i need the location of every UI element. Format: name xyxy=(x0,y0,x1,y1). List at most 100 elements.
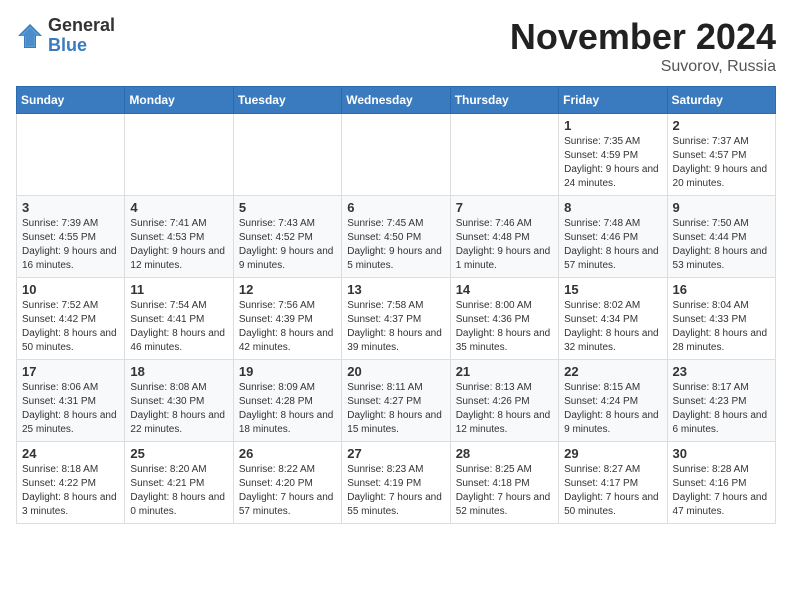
day-info: Sunrise: 7:41 AM Sunset: 4:53 PM Dayligh… xyxy=(130,217,227,273)
day-info: Sunrise: 8:06 AM Sunset: 4:31 PM Dayligh… xyxy=(22,381,119,437)
calendar-cell: 4 Sunrise: 7:41 AM Sunset: 4:53 PM Daylig… xyxy=(125,196,233,278)
calendar-cell: 26 Sunrise: 8:22 AM Sunset: 4:20 PM Dayli… xyxy=(233,442,341,524)
day-info: Sunrise: 8:28 AM Sunset: 4:16 PM Dayligh… xyxy=(673,463,770,519)
weekday-header: Saturday xyxy=(667,87,775,114)
day-info: Sunrise: 8:20 AM Sunset: 4:21 PM Dayligh… xyxy=(130,463,227,519)
day-number: 27 xyxy=(347,446,444,461)
page-header: General Blue November 2024 Suvorov, Russ… xyxy=(16,16,776,76)
day-number: 16 xyxy=(673,282,770,297)
calendar-week-row: 24 Sunrise: 8:18 AM Sunset: 4:22 PM Dayli… xyxy=(17,442,776,524)
calendar-cell: 7 Sunrise: 7:46 AM Sunset: 4:48 PM Daylig… xyxy=(450,196,558,278)
calendar-cell: 14 Sunrise: 8:00 AM Sunset: 4:36 PM Dayli… xyxy=(450,278,558,360)
calendar-cell xyxy=(233,114,341,196)
day-info: Sunrise: 8:17 AM Sunset: 4:23 PM Dayligh… xyxy=(673,381,770,437)
day-info: Sunrise: 7:43 AM Sunset: 4:52 PM Dayligh… xyxy=(239,217,336,273)
day-info: Sunrise: 8:08 AM Sunset: 4:30 PM Dayligh… xyxy=(130,381,227,437)
day-number: 26 xyxy=(239,446,336,461)
logo-text: General Blue xyxy=(48,16,115,56)
calendar-table: SundayMondayTuesdayWednesdayThursdayFrid… xyxy=(16,86,776,524)
location: Suvorov, Russia xyxy=(510,58,776,76)
calendar-week-row: 10 Sunrise: 7:52 AM Sunset: 4:42 PM Dayli… xyxy=(17,278,776,360)
day-number: 5 xyxy=(239,200,336,215)
day-info: Sunrise: 7:46 AM Sunset: 4:48 PM Dayligh… xyxy=(456,217,553,273)
day-info: Sunrise: 8:04 AM Sunset: 4:33 PM Dayligh… xyxy=(673,299,770,355)
day-info: Sunrise: 8:22 AM Sunset: 4:20 PM Dayligh… xyxy=(239,463,336,519)
calendar-cell: 20 Sunrise: 8:11 AM Sunset: 4:27 PM Dayli… xyxy=(342,360,450,442)
day-number: 28 xyxy=(456,446,553,461)
day-number: 3 xyxy=(22,200,119,215)
calendar-cell: 18 Sunrise: 8:08 AM Sunset: 4:30 PM Dayli… xyxy=(125,360,233,442)
weekday-header: Tuesday xyxy=(233,87,341,114)
calendar-cell: 9 Sunrise: 7:50 AM Sunset: 4:44 PM Daylig… xyxy=(667,196,775,278)
day-info: Sunrise: 8:18 AM Sunset: 4:22 PM Dayligh… xyxy=(22,463,119,519)
day-info: Sunrise: 7:52 AM Sunset: 4:42 PM Dayligh… xyxy=(22,299,119,355)
day-info: Sunrise: 8:23 AM Sunset: 4:19 PM Dayligh… xyxy=(347,463,444,519)
day-number: 7 xyxy=(456,200,553,215)
day-number: 15 xyxy=(564,282,661,297)
day-info: Sunrise: 7:35 AM Sunset: 4:59 PM Dayligh… xyxy=(564,135,661,191)
calendar-cell: 11 Sunrise: 7:54 AM Sunset: 4:41 PM Dayli… xyxy=(125,278,233,360)
calendar-cell: 21 Sunrise: 8:13 AM Sunset: 4:26 PM Dayli… xyxy=(450,360,558,442)
day-number: 11 xyxy=(130,282,227,297)
day-number: 9 xyxy=(673,200,770,215)
day-info: Sunrise: 7:45 AM Sunset: 4:50 PM Dayligh… xyxy=(347,217,444,273)
weekday-header: Sunday xyxy=(17,87,125,114)
calendar-cell: 16 Sunrise: 8:04 AM Sunset: 4:33 PM Dayli… xyxy=(667,278,775,360)
day-number: 21 xyxy=(456,364,553,379)
calendar-cell: 1 Sunrise: 7:35 AM Sunset: 4:59 PM Daylig… xyxy=(559,114,667,196)
logo: General Blue xyxy=(16,16,115,56)
day-info: Sunrise: 7:50 AM Sunset: 4:44 PM Dayligh… xyxy=(673,217,770,273)
day-info: Sunrise: 8:13 AM Sunset: 4:26 PM Dayligh… xyxy=(456,381,553,437)
calendar-week-row: 3 Sunrise: 7:39 AM Sunset: 4:55 PM Daylig… xyxy=(17,196,776,278)
day-info: Sunrise: 7:54 AM Sunset: 4:41 PM Dayligh… xyxy=(130,299,227,355)
calendar-cell: 25 Sunrise: 8:20 AM Sunset: 4:21 PM Dayli… xyxy=(125,442,233,524)
day-number: 18 xyxy=(130,364,227,379)
day-number: 10 xyxy=(22,282,119,297)
calendar-cell: 6Sunrise: 7:45 AM Sunset: 4:50 PM Daylig… xyxy=(342,196,450,278)
day-number: 23 xyxy=(673,364,770,379)
calendar-cell: 5 Sunrise: 7:43 AM Sunset: 4:52 PM Daylig… xyxy=(233,196,341,278)
calendar-cell: 12Sunrise: 7:56 AM Sunset: 4:39 PM Dayli… xyxy=(233,278,341,360)
calendar-cell: 19Sunrise: 8:09 AM Sunset: 4:28 PM Dayli… xyxy=(233,360,341,442)
title-block: November 2024 Suvorov, Russia xyxy=(510,16,776,76)
day-info: Sunrise: 7:56 AM Sunset: 4:39 PM Dayligh… xyxy=(239,299,336,355)
day-number: 22 xyxy=(564,364,661,379)
day-info: Sunrise: 8:15 AM Sunset: 4:24 PM Dayligh… xyxy=(564,381,661,437)
weekday-header: Thursday xyxy=(450,87,558,114)
day-info: Sunrise: 7:39 AM Sunset: 4:55 PM Dayligh… xyxy=(22,217,119,273)
weekday-header: Friday xyxy=(559,87,667,114)
day-number: 14 xyxy=(456,282,553,297)
day-info: Sunrise: 7:48 AM Sunset: 4:46 PM Dayligh… xyxy=(564,217,661,273)
calendar-cell: 24 Sunrise: 8:18 AM Sunset: 4:22 PM Dayli… xyxy=(17,442,125,524)
day-number: 2 xyxy=(673,118,770,133)
day-number: 25 xyxy=(130,446,227,461)
day-info: Sunrise: 8:11 AM Sunset: 4:27 PM Dayligh… xyxy=(347,381,444,437)
logo-icon xyxy=(16,22,44,50)
day-number: 24 xyxy=(22,446,119,461)
day-number: 4 xyxy=(130,200,227,215)
calendar-cell xyxy=(17,114,125,196)
calendar-cell: 30Sunrise: 8:28 AM Sunset: 4:16 PM Dayli… xyxy=(667,442,775,524)
day-number: 29 xyxy=(564,446,661,461)
day-number: 1 xyxy=(564,118,661,133)
calendar-cell: 23 Sunrise: 8:17 AM Sunset: 4:23 PM Dayli… xyxy=(667,360,775,442)
day-number: 13 xyxy=(347,282,444,297)
calendar-cell: 28 Sunrise: 8:25 AM Sunset: 4:18 PM Dayli… xyxy=(450,442,558,524)
day-number: 17 xyxy=(22,364,119,379)
day-info: Sunrise: 7:58 AM Sunset: 4:37 PM Dayligh… xyxy=(347,299,444,355)
day-info: Sunrise: 8:02 AM Sunset: 4:34 PM Dayligh… xyxy=(564,299,661,355)
day-info: Sunrise: 8:09 AM Sunset: 4:28 PM Dayligh… xyxy=(239,381,336,437)
day-info: Sunrise: 8:00 AM Sunset: 4:36 PM Dayligh… xyxy=(456,299,553,355)
day-info: Sunrise: 8:25 AM Sunset: 4:18 PM Dayligh… xyxy=(456,463,553,519)
day-number: 20 xyxy=(347,364,444,379)
calendar-cell: 22 Sunrise: 8:15 AM Sunset: 4:24 PM Dayli… xyxy=(559,360,667,442)
calendar-cell: 29Sunrise: 8:27 AM Sunset: 4:17 PM Dayli… xyxy=(559,442,667,524)
day-number: 8 xyxy=(564,200,661,215)
calendar-cell xyxy=(125,114,233,196)
weekday-header: Wednesday xyxy=(342,87,450,114)
calendar-cell: 3 Sunrise: 7:39 AM Sunset: 4:55 PM Daylig… xyxy=(17,196,125,278)
calendar-cell: 10 Sunrise: 7:52 AM Sunset: 4:42 PM Dayli… xyxy=(17,278,125,360)
weekday-row: SundayMondayTuesdayWednesdayThursdayFrid… xyxy=(17,87,776,114)
calendar-cell: 8 Sunrise: 7:48 AM Sunset: 4:46 PM Daylig… xyxy=(559,196,667,278)
calendar-cell: 2Sunrise: 7:37 AM Sunset: 4:57 PM Daylig… xyxy=(667,114,775,196)
